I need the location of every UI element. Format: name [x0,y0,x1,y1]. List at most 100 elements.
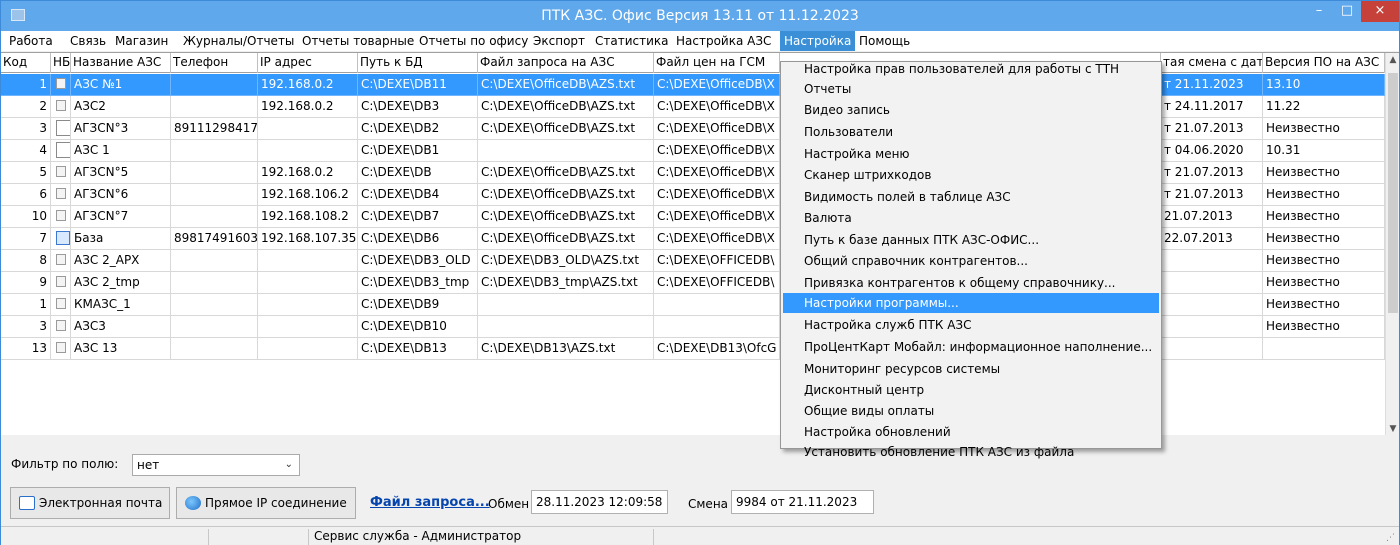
cell-db: C:\DEXE\DB9 [358,294,478,316]
table-row[interactable]: 9 АЗС 2_tmp C:\DEXE\DB3_tmp C:\DEXE\DB3_tmp… [1,272,1391,294]
dropdown-menu-item[interactable]: Настройки программы... [783,293,1159,313]
dropdown-menu-item[interactable]: ПроЦентКарт Мобайл: информационное напол… [783,337,1159,357]
cell-db: C:\DEXE\DB3_OLD [358,250,478,272]
table-row[interactable]: 10 АГЗСN°7 192.168.108.2 C:\DEXE\DB7 C:\DEXE… [1,206,1391,228]
column-header[interactable]: Версия ПО на АЗС [1263,53,1385,73]
cell-db: C:\DEXE\DB1 [358,140,478,162]
menu-item[interactable]: Настройка АЗС [672,31,775,51]
cell-name: АЗС2 [71,96,171,118]
dropdown-menu-item[interactable]: Настройка обновлений [783,422,1159,442]
column-header[interactable]: Название АЗС [71,53,171,73]
menu-bar: Работа Связь Магазин Журналы/Отчеты Отчеты т… [1,31,1399,51]
cell-code: 5 [1,162,51,184]
dropdown-menu-item[interactable]: Видимость полей в таблице АЗС [783,187,1159,207]
menu-item[interactable]: Магазин [111,31,172,51]
table-row[interactable]: 1 АЗС №1 192.168.0.2 C:\DEXE\DB11 C:\DEXE\Of… [1,74,1391,96]
cell-ip: 192.168.0.2 [258,162,358,184]
dropdown-menu-item[interactable]: Путь к базе данных ПТК АЗС-ОФИС... [783,230,1159,250]
request-file-link[interactable]: Файл запроса... [370,495,490,510]
menu-item[interactable]: Настройка [780,31,856,51]
scroll-thumb[interactable] [1388,73,1398,313]
column-header[interactable]: Файл запроса на АЗС [478,53,654,73]
shift-field: 9984 от 21.11.2023 [731,490,874,514]
menu-item[interactable]: Отчеты товарные [298,31,418,51]
cell-ver: Неизвестно [1263,162,1385,184]
dropdown-menu-item[interactable]: Видео запись [783,100,1159,120]
cell-prices: C:\DEXE\OfficeDB\X [654,140,780,162]
column-header[interactable]: тая смена с дат [1161,53,1263,73]
column-header[interactable]: IP адрес [258,53,358,73]
shift-label: Смена [688,497,729,511]
nb-cell [51,140,71,162]
menu-item[interactable]: Журналы/Отчеты [179,31,298,51]
dropdown-menu-item[interactable]: Настройка меню [783,144,1159,164]
cell-req: C:\DEXE\DB3_OLD\AZS.txt [478,250,654,272]
cell-code: 8 [1,250,51,272]
dropdown-menu-item[interactable]: Отчеты [783,79,1159,99]
table-row[interactable]: 1 КМАЗС_1 C:\DEXE\DB9 Неизвестно [1,294,1391,316]
scroll-up-icon[interactable]: ▲ [1386,53,1399,67]
table-row[interactable]: 4 АЗС 1 C:\DEXE\DB1 C:\DEXE\OfficeDB\X т 04.… [1,140,1391,162]
column-header[interactable]: Телефон [171,53,258,73]
cell-name: КМАЗС_1 [71,294,171,316]
station-icon [56,320,66,331]
table-row[interactable]: 6 АГЗСN°6 192.168.106.2 C:\DEXE\DB4 C:\DEXE\… [1,184,1391,206]
menu-item[interactable]: Экспорт [529,31,589,51]
cell-prices: C:\DEXE\OfficeDB\X [654,96,780,118]
scroll-down-icon[interactable]: ▼ [1386,422,1399,435]
cell-db: C:\DEXE\DB13 [358,338,478,360]
window-title: ПТК АЗС. Офис Версия 13.11 от 11.12.2023 [541,8,859,24]
menu-item[interactable]: Помощь [855,31,914,51]
table-row[interactable]: 13 АЗС 13 C:\DEXE\DB13 C:\DEXE\DB13\AZS.txt… [1,338,1391,360]
table-row[interactable]: 5 АГЗСN°5 192.168.0.2 C:\DEXE\DB C:\DEXE\Off… [1,162,1391,184]
menu-item[interactable]: Связь [66,31,110,51]
filter-select[interactable]: нет ⌄ [132,454,300,476]
menu-item[interactable]: Работа [5,31,57,51]
direct-ip-button[interactable]: Прямое IP соединение [176,487,356,519]
dropdown-menu-item[interactable]: Настройка служб ПТК АЗС [783,315,1159,335]
cell-ver: Неизвестно [1263,272,1385,294]
vertical-scrollbar[interactable]: ▲ ▼ [1385,53,1399,435]
dropdown-menu-item[interactable]: Валюта [783,208,1159,228]
cell-ip: 192.168.0.2 [258,74,358,96]
dropdown-menu-item[interactable]: Дисконтный центр [783,380,1159,400]
cell-ip [258,272,358,294]
table-row[interactable]: 3 АЗС3 C:\DEXE\DB10 Неизвестно [1,316,1391,338]
cell-ver: Неизвестно [1263,316,1385,338]
dropdown-menu-item[interactable]: Общие виды оплаты [783,401,1159,421]
dropdown-menu-item[interactable]: Пользователи [783,122,1159,142]
cell-phone [171,162,258,184]
dropdown-menu-item[interactable]: Сканер штрихкодов [783,165,1159,185]
cell-shift: т 24.11.2017 [1161,96,1263,118]
cell-name: База [71,228,171,250]
table-row[interactable]: 7 База 89817491603 192.168.107.35 C:\DEXE\DB… [1,228,1391,250]
table-row[interactable]: 2 АЗС2 192.168.0.2 C:\DEXE\DB3 C:\DEXE\Offic… [1,96,1391,118]
menu-item[interactable]: Статистика [591,31,673,51]
menu-item[interactable]: Отчеты по офису [415,31,532,51]
exchange-field: 28.11.2023 12:09:58 [531,490,668,514]
column-header[interactable]: Код [1,53,51,73]
table-row[interactable]: 8 АЗС 2_АРХ C:\DEXE\DB3_OLD C:\DEXE\DB3_OLD… [1,250,1391,272]
resize-grip-icon[interactable]: ⋰ [1386,533,1395,543]
table-row[interactable]: 3 АГЗСN°3 89111298417 C:\DEXE\DB2 C:\DEXE\Of… [1,118,1391,140]
dropdown-menu-item[interactable]: Привязка контрагентов к общему справочни… [783,273,1159,293]
close-button[interactable]: × [1361,1,1399,22]
dropdown-menu-item[interactable]: Установить обновление ПТК АЗС из файла [783,442,1159,462]
cell-db: C:\DEXE\DB10 [358,316,478,338]
dropdown-menu-item[interactable]: Настройка прав пользователей для работы … [783,59,1159,79]
email-button[interactable]: Электронная почта [10,487,170,519]
column-header[interactable]: Путь к БД [358,53,478,73]
cell-ip [258,316,358,338]
maximize-button[interactable]: □ [1333,1,1361,22]
column-header[interactable]: НБ [51,53,71,73]
cell-phone: 89111298417 [171,118,258,140]
column-header[interactable]: Файл цен на ГСМ [654,53,780,73]
dropdown-menu-item[interactable]: Общий справочник контрагентов... [783,251,1159,271]
dropdown-menu-item[interactable]: Мониторинг ресурсов системы [783,359,1159,379]
title-bar[interactable]: ПТК АЗС. Офис Версия 13.11 от 11.12.2023… [1,1,1399,31]
cell-req [478,294,654,316]
exchange-label: Обмен [488,497,530,511]
minimize-button[interactable]: – [1305,1,1333,22]
cell-req: C:\DEXE\OfficeDB\AZS.txt [478,184,654,206]
cell-ver: Неизвестно [1263,184,1385,206]
